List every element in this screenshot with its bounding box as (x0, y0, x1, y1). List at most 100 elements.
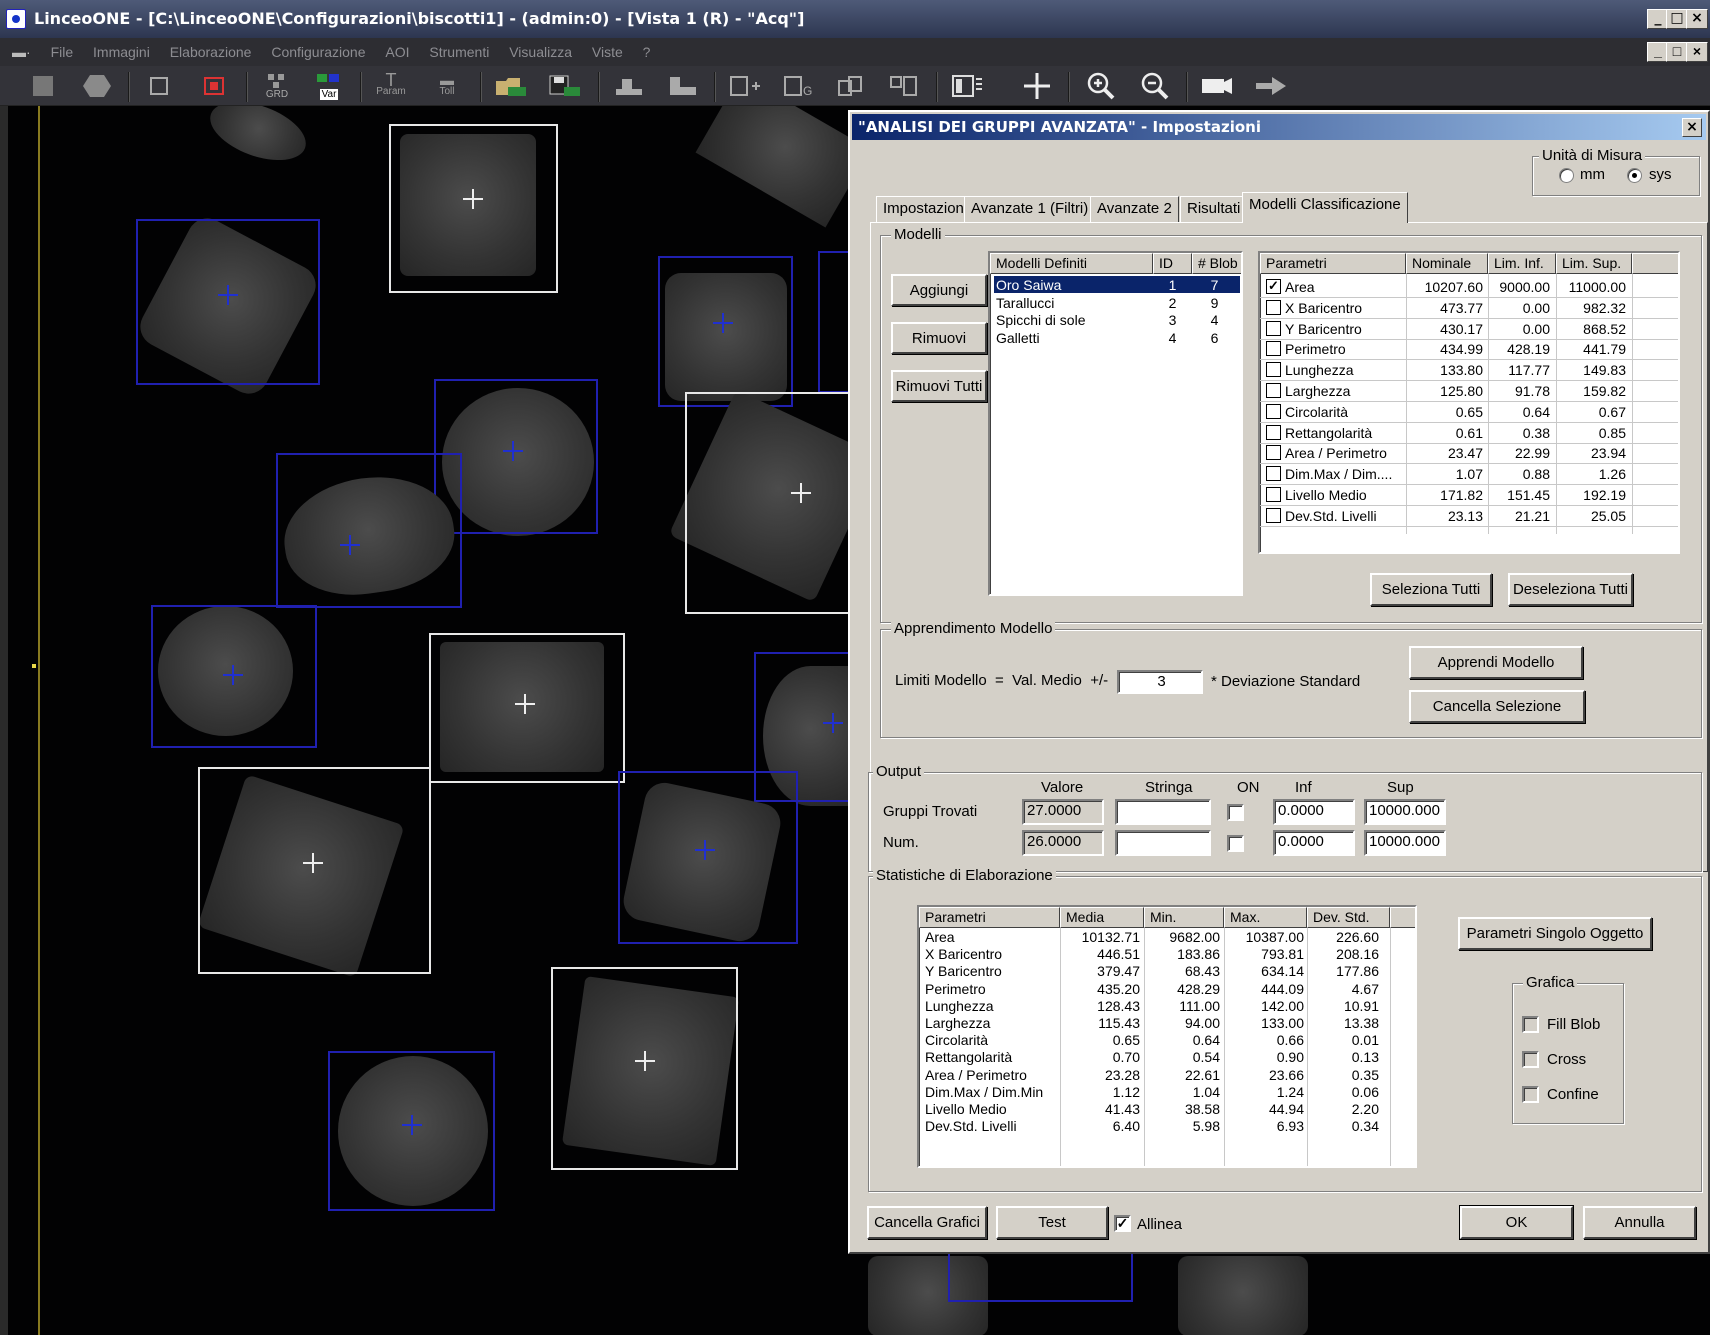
variables-icon[interactable]: Var (310, 69, 348, 103)
param-name[interactable]: X Baricentro (1285, 299, 1405, 317)
tool-settings-icon[interactable]: G (780, 69, 818, 103)
num-sup-input[interactable]: 10000.000 (1364, 830, 1446, 856)
param-name[interactable]: Rettangolarità (1285, 424, 1405, 442)
model-row-selected[interactable]: Oro Saiwa (996, 276, 1146, 294)
param-name[interactable]: Larghezza (1285, 382, 1405, 400)
params-header-lim-sup[interactable]: Lim. Sup. (1556, 253, 1632, 274)
model-row-blob[interactable]: 7 (1192, 276, 1237, 294)
ok-button[interactable]: OK (1459, 1205, 1574, 1240)
menu-elaborazione[interactable]: Elaborazione (162, 38, 260, 66)
stats-header-max[interactable]: Max. (1224, 907, 1307, 928)
menu-strumenti[interactable]: Strumenti (421, 38, 497, 66)
mdi-maximize-button[interactable]: □ (1666, 42, 1688, 62)
dialog-close-button[interactable]: × (1682, 118, 1702, 137)
aoi-select-icon[interactable] (196, 69, 234, 103)
menu-help[interactable]: ? (635, 38, 659, 66)
camera-icon[interactable] (1198, 69, 1236, 103)
menu-configurazione[interactable]: Configurazione (263, 38, 373, 66)
params-header-nominal[interactable]: Nominale (1406, 253, 1488, 274)
system-menu-icon[interactable]: ▬· (0, 38, 39, 66)
grid-icon[interactable]: GRD (258, 69, 296, 103)
cross-checkbox[interactable] (1522, 1051, 1539, 1068)
test-button[interactable]: Test (996, 1206, 1108, 1239)
model-row-id[interactable]: 4 (1153, 329, 1192, 347)
stop-icon[interactable] (24, 69, 62, 103)
model-row-name[interactable]: Tarallucci (996, 294, 1146, 312)
stats-header-parametri[interactable]: Parametri (919, 907, 1060, 928)
models-header-name[interactable]: Modelli Definiti (990, 253, 1153, 274)
model-row-blob[interactable]: 6 (1192, 329, 1237, 347)
unit-sys-radio[interactable] (1627, 168, 1642, 183)
model-row-id[interactable]: 1 (1153, 276, 1192, 294)
param-name[interactable]: Dim.Max / Dim.... (1285, 465, 1405, 483)
param-checkbox[interactable] (1266, 341, 1281, 357)
model-row-name[interactable]: Spicchi di sole (996, 311, 1146, 329)
models-list[interactable]: Modelli Definiti ID # Blob Oro Saiwa 1 7 Ta… (988, 251, 1243, 596)
blob-box-blue[interactable] (948, 1246, 1133, 1302)
params-header-name[interactable]: Parametri (1260, 253, 1406, 274)
fill-blob-checkbox[interactable] (1522, 1016, 1539, 1033)
param-name[interactable]: Circolarità (1285, 403, 1405, 421)
load-icon[interactable] (610, 69, 648, 103)
tab-modelli-classificazione[interactable]: Modelli Classificazione (1242, 192, 1408, 223)
param-name[interactable]: Area (1285, 278, 1405, 296)
param-checkbox[interactable] (1266, 487, 1281, 502)
deselect-all-button[interactable]: Deseleziona Tutti (1508, 573, 1633, 606)
select-all-button[interactable]: Seleziona Tutti (1370, 573, 1492, 606)
param-name[interactable]: Dev.Std. Livelli (1285, 507, 1405, 525)
unit-mm-radio[interactable] (1559, 168, 1574, 183)
param-name[interactable]: Livello Medio (1285, 486, 1405, 504)
add-tool-icon[interactable] (726, 69, 764, 103)
param-checkbox[interactable] (1266, 320, 1281, 336)
models-header-id[interactable]: ID (1153, 253, 1192, 274)
stats-header-min[interactable]: Min. (1144, 907, 1224, 928)
arrow-right-icon[interactable] (1252, 69, 1290, 103)
stats-header-media[interactable]: Media (1060, 907, 1144, 928)
remove-all-models-button[interactable]: Rimuovi Tutti (891, 370, 987, 402)
num-inf-input[interactable]: 0.0000 (1273, 830, 1355, 856)
export-icon[interactable] (664, 69, 702, 103)
model-row-id[interactable]: 3 (1153, 311, 1192, 329)
zoom-out-icon[interactable] (1136, 69, 1174, 103)
learn-model-button[interactable]: Apprendi Modello (1409, 646, 1583, 679)
model-row-blob[interactable]: 9 (1192, 294, 1237, 312)
gruppi-trovati-on-checkbox[interactable] (1227, 804, 1244, 821)
statistics-table[interactable]: Parametri Media Min. Max. Dev. Std. Area… (917, 905, 1417, 1168)
gruppi-trovati-string[interactable] (1115, 799, 1211, 825)
tab-risultati[interactable]: Risultati (1180, 196, 1248, 222)
gruppi-trovati-inf-input[interactable]: 0.0000 (1273, 799, 1355, 825)
param-checkbox[interactable] (1266, 424, 1281, 440)
menu-file[interactable]: File (43, 38, 82, 66)
add-model-button[interactable]: Aggiungi (891, 274, 987, 306)
hexagon-icon[interactable] (78, 69, 116, 103)
open-folder-icon[interactable] (492, 69, 530, 103)
param-checkbox[interactable] (1266, 466, 1281, 482)
param-checkbox[interactable] (1266, 445, 1281, 461)
blob-box-blue[interactable] (276, 453, 462, 608)
crosshair-icon[interactable] (1018, 69, 1056, 103)
model-row-id[interactable]: 2 (1153, 294, 1192, 312)
menu-immagini[interactable]: Immagini (85, 38, 158, 66)
remove-model-button[interactable]: Rimuovi (891, 322, 987, 354)
std-dev-multiplier-input[interactable]: 3 (1117, 670, 1203, 694)
param-name[interactable]: Y Baricentro (1285, 320, 1405, 338)
param-checkbox[interactable]: ✓ (1266, 279, 1281, 294)
single-object-params-button[interactable]: Parametri Singolo Oggetto (1458, 917, 1652, 950)
stats-header-devstd[interactable]: Dev. Std. (1307, 907, 1390, 928)
confine-checkbox[interactable] (1522, 1086, 1539, 1103)
copy-tool-icon[interactable] (834, 69, 872, 103)
param-checkbox[interactable] (1266, 299, 1281, 315)
tolerance-icon[interactable]: ▬ Toll (428, 69, 466, 103)
allinea-checkbox[interactable]: ✓ (1114, 1215, 1131, 1232)
gruppi-trovati-sup-input[interactable]: 10000.000 (1364, 799, 1446, 825)
param-checkbox[interactable] (1266, 383, 1281, 398)
clear-graphics-button[interactable]: Cancella Grafici (867, 1206, 987, 1239)
save-icon[interactable] (546, 69, 584, 103)
parameters-icon[interactable]: T Param (372, 69, 410, 103)
num-on-checkbox[interactable] (1227, 835, 1244, 852)
close-button[interactable]: × (1686, 9, 1708, 29)
rectangle-aoi-icon[interactable] (140, 69, 178, 103)
menu-visualizza[interactable]: Visualizza (501, 38, 580, 66)
parameters-list[interactable]: Parametri Nominale Lim. Inf. Lim. Sup. ✓… (1258, 251, 1680, 554)
blob-box-white[interactable] (685, 392, 860, 614)
